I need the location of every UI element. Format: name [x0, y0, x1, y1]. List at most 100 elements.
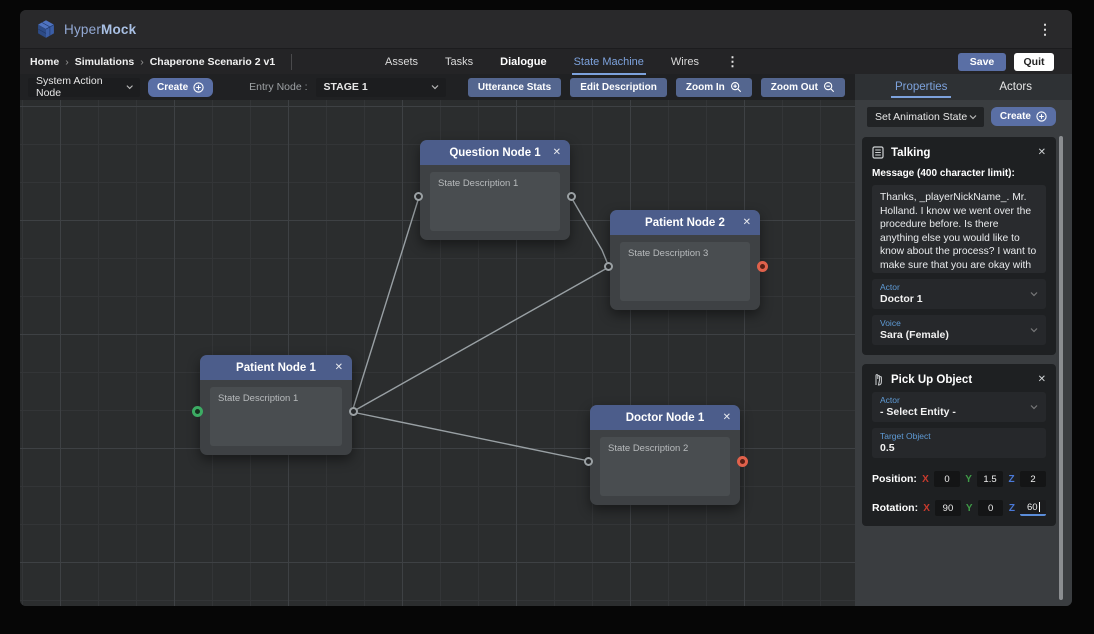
axis-x-label: X: [923, 502, 930, 514]
breadcrumb-divider: [291, 53, 293, 70]
actor-select[interactable]: Actor Doctor 1: [872, 279, 1046, 309]
entry-node-dropdown[interactable]: STAGE 1: [315, 77, 446, 97]
node-description[interactable]: State Description 1: [430, 172, 560, 231]
nav-actions: Save Quit: [958, 52, 1072, 71]
axis-z-label: Z: [1008, 502, 1015, 514]
wire: [570, 196, 610, 268]
tab-assets[interactable]: Assets: [385, 49, 418, 75]
axis-z-label: Z: [1008, 473, 1015, 485]
node-question-node-1[interactable]: Question Node 1 ✕ State Description 1: [414, 140, 576, 240]
node-description[interactable]: State Description 3: [620, 242, 750, 301]
output-port[interactable]: [567, 192, 576, 201]
output-port-active[interactable]: [757, 261, 768, 272]
zoom-out-button[interactable]: Zoom Out: [760, 77, 845, 97]
rotation-x-input[interactable]: 90: [935, 500, 961, 516]
node-description[interactable]: State Description 2: [600, 437, 730, 496]
node-header[interactable]: Doctor Node 1 ✕: [590, 405, 740, 430]
node-header[interactable]: Patient Node 2 ✕: [610, 210, 760, 235]
node-title: Doctor Node 1: [625, 411, 705, 424]
quit-button[interactable]: Quit: [1014, 52, 1054, 71]
breadcrumb-home[interactable]: Home: [30, 56, 59, 68]
create-action-button[interactable]: Create: [990, 107, 1056, 126]
create-node-button[interactable]: Create: [148, 77, 214, 97]
tab-wires[interactable]: Wires: [671, 49, 699, 75]
main-tabs: Assets Tasks Dialogue State Machine Wire…: [385, 49, 739, 75]
node-patient-node-1[interactable]: Patient Node 1 ✕ State Description 1: [192, 355, 358, 455]
pickup-actor-select[interactable]: Actor - Select Entity -: [872, 392, 1046, 422]
chevron-down-icon: [431, 85, 438, 90]
card-header: Pick Up Object ✕: [872, 373, 1046, 386]
target-object-field[interactable]: Target Object 0.5: [872, 428, 1046, 458]
node-patient-node-2[interactable]: Patient Node 2 ✕ State Description 3: [604, 210, 768, 310]
canvas-toolbar: System Action Node Create Entry Node : S…: [20, 74, 855, 100]
zoom-in-icon: [730, 81, 741, 93]
position-x-input[interactable]: 0: [934, 471, 960, 487]
rotation-z-input-focused[interactable]: 60: [1020, 500, 1046, 516]
node-doctor-node-1[interactable]: Doctor Node 1 ✕ State Description 2: [584, 405, 748, 505]
pickup-hand-icon: [875, 374, 882, 386]
talking-card: Talking ✕ Message (400 character limit):…: [862, 137, 1056, 355]
action-row: Set Animation State Create: [867, 107, 1056, 127]
rotation-y-input[interactable]: 0: [977, 500, 1004, 516]
brand-hyper: Hyper: [64, 21, 102, 37]
edit-description-button[interactable]: Edit Description: [570, 77, 667, 97]
kebab-menu-icon[interactable]: ⋮: [1034, 21, 1056, 38]
close-icon[interactable]: ✕: [1038, 147, 1046, 158]
breadcrumb: Home › Simulations › Chaperone Scenario …: [30, 53, 293, 70]
output-port-active[interactable]: [737, 456, 748, 467]
input-port[interactable]: [584, 457, 593, 466]
brand-title: HyperMock: [64, 22, 136, 37]
close-icon[interactable]: ✕: [723, 405, 731, 430]
close-icon[interactable]: ✕: [1038, 374, 1046, 385]
chevron-down-icon: [126, 85, 133, 90]
rotation-row: Rotation: X 90 Y 0 Z 60: [872, 500, 1046, 516]
active-tab-underline: [571, 73, 646, 75]
node-description[interactable]: State Description 1: [210, 387, 342, 446]
properties-panel: Properties Actors Set Animation State Cr…: [855, 74, 1072, 606]
node-type-dropdown[interactable]: System Action Node: [28, 75, 140, 99]
pickup-object-card: Pick Up Object ✕ Actor - Select Entity -…: [862, 364, 1056, 526]
breadcrumb-simulations[interactable]: Simulations: [75, 56, 135, 68]
zoom-out-icon: [823, 81, 835, 93]
tab-actors[interactable]: Actors: [999, 74, 1032, 100]
position-row: Position: X 0 Y 1.5 Z 2: [872, 471, 1046, 487]
entry-port[interactable]: [192, 406, 203, 417]
node-header[interactable]: Patient Node 1 ✕: [200, 355, 352, 380]
tab-tasks[interactable]: Tasks: [445, 49, 473, 75]
input-port[interactable]: [414, 192, 423, 201]
close-icon[interactable]: ✕: [335, 355, 343, 380]
tabs-kebab-menu-icon[interactable]: ⋮: [726, 54, 739, 70]
position-z-input[interactable]: 2: [1020, 471, 1046, 487]
axis-y-label: Y: [965, 502, 973, 514]
app-header: HyperMock ⋮: [20, 10, 1072, 48]
close-icon[interactable]: ✕: [553, 140, 561, 165]
position-y-input[interactable]: 1.5: [977, 471, 1003, 487]
card-header: Talking ✕: [872, 146, 1046, 159]
talking-icon: [872, 146, 884, 159]
message-textarea[interactable]: Thanks, _playerNickName_. Mr. Holland. I…: [872, 185, 1046, 273]
tab-properties[interactable]: Properties: [890, 74, 952, 100]
card-title: Talking: [891, 146, 931, 159]
toolbar-buttons: Utterance Stats Edit Description Zoom In…: [467, 77, 845, 97]
action-type-dropdown[interactable]: Set Animation State: [867, 107, 984, 127]
state-machine-canvas[interactable]: Question Node 1 ✕ State Description 1 Pa…: [20, 100, 855, 606]
tab-state-machine[interactable]: State Machine: [571, 49, 646, 75]
nav-bar: Home › Simulations › Chaperone Scenario …: [20, 48, 1072, 75]
tab-dialogue[interactable]: Dialogue: [500, 49, 546, 75]
node-title: Question Node 1: [449, 146, 541, 159]
save-button[interactable]: Save: [958, 52, 1006, 71]
plus-circle-icon: [193, 81, 204, 93]
panel-scrollbar[interactable]: [1059, 136, 1063, 600]
chevron-down-icon: [969, 115, 977, 120]
input-port[interactable]: [604, 262, 613, 271]
utterance-stats-button[interactable]: Utterance Stats: [467, 77, 562, 97]
close-icon[interactable]: ✕: [743, 210, 751, 235]
output-port[interactable]: [349, 407, 358, 416]
voice-select[interactable]: Voice Sara (Female): [872, 315, 1046, 345]
chevron-down-icon: [1030, 328, 1038, 333]
breadcrumb-scenario[interactable]: Chaperone Scenario 2 v1: [150, 56, 275, 68]
node-header[interactable]: Question Node 1 ✕: [420, 140, 570, 165]
zoom-in-button[interactable]: Zoom In: [675, 77, 752, 97]
breadcrumb-separator: ›: [140, 55, 144, 68]
panel-body: Set Animation State Create Talking ✕ Mes…: [855, 100, 1072, 606]
